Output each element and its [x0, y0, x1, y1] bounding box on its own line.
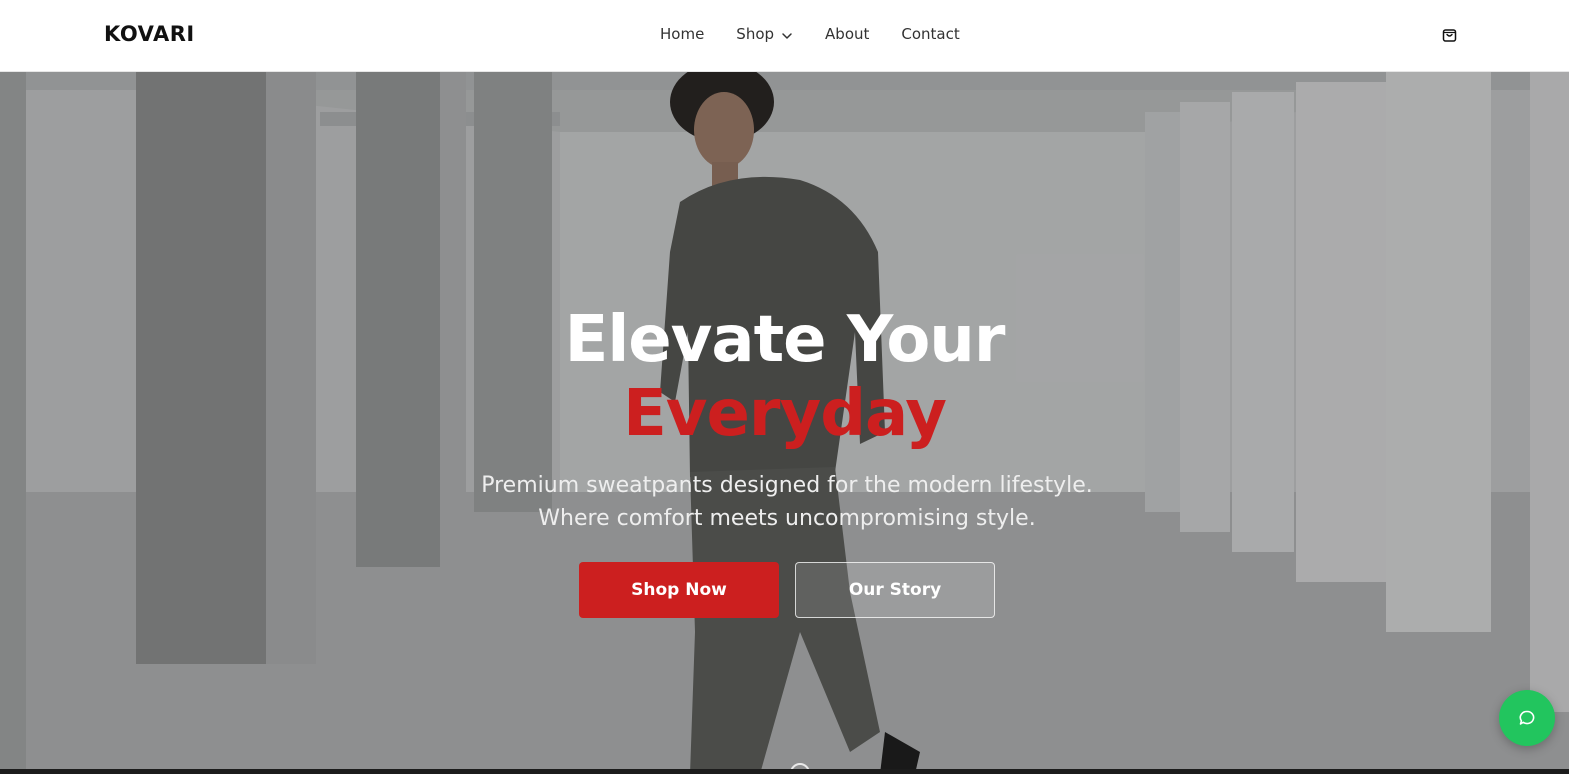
nav-item-home[interactable]: Home: [660, 25, 704, 43]
nav-item-shop[interactable]: Shop: [736, 25, 793, 43]
shop-now-button[interactable]: Shop Now: [579, 562, 779, 618]
nav-item-about[interactable]: About: [825, 25, 869, 43]
nav-item-label: About: [825, 25, 870, 43]
hero-section: Elevate Your Everyday Premium sweatpants…: [0, 72, 1569, 774]
our-story-button[interactable]: Our Story: [795, 562, 995, 618]
chat-bubble-icon: [1519, 710, 1535, 725]
nav-item-contact[interactable]: Contact: [901, 25, 959, 43]
site-header: KOVARI Home Shop About Contact: [0, 0, 1569, 72]
hero-subtitle: Premium sweatpants designed for the mode…: [481, 473, 1093, 531]
main-nav: Home Shop About Contact: [660, 25, 960, 43]
hero-title-line2: Everyday: [623, 377, 947, 451]
shopping-bag-icon[interactable]: [1441, 26, 1458, 43]
chevron-down-icon: [781, 28, 793, 40]
bottom-edge-bar: [0, 769, 1569, 774]
chat-button[interactable]: [1499, 690, 1555, 746]
brand-logo[interactable]: KOVARI: [104, 22, 195, 46]
nav-item-label: Home: [660, 25, 705, 43]
nav-item-label: Contact: [901, 25, 960, 43]
hero-title-line1: Elevate Your: [564, 303, 1006, 377]
nav-item-label: Shop: [736, 25, 775, 43]
